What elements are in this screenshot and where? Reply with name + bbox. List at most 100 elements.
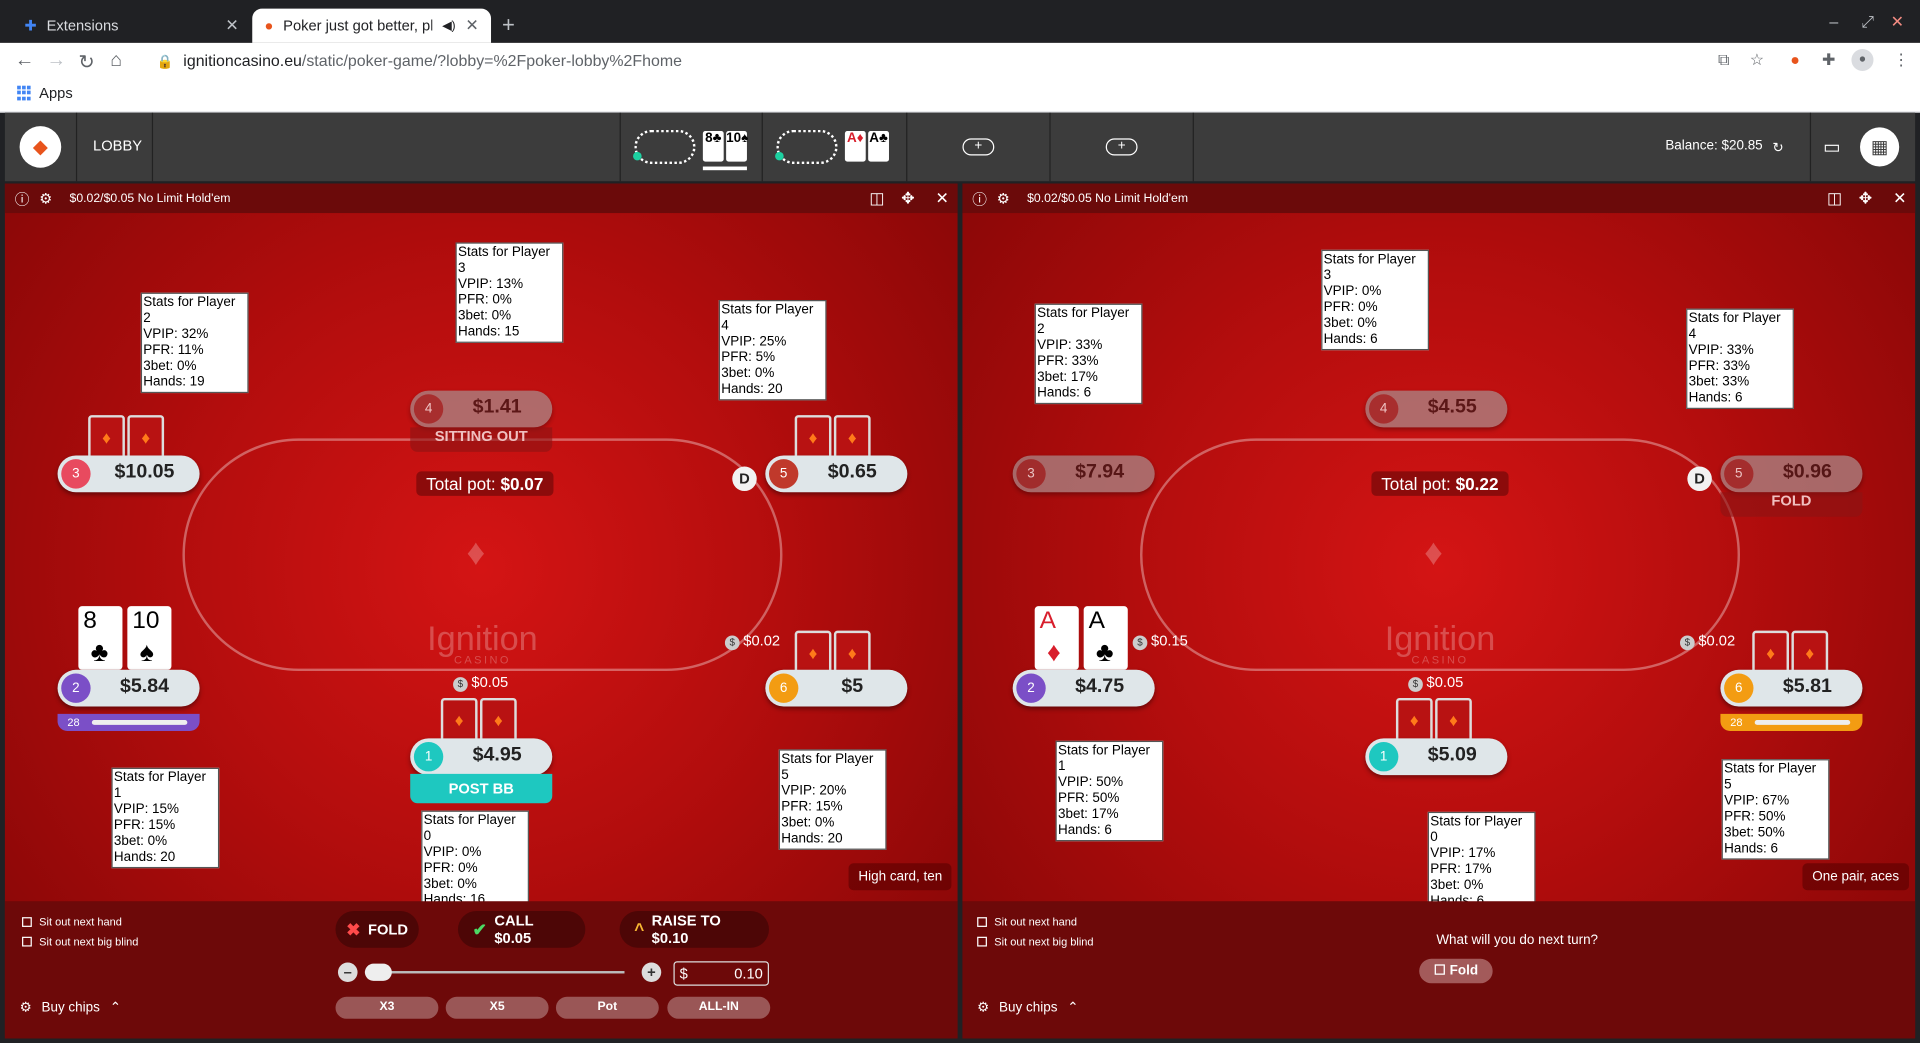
bet-chip: $ $0.02 [724, 632, 780, 651]
seat-3[interactable]: 3 $10.05 [57, 455, 200, 493]
minimize-icon[interactable]: – [1829, 12, 1838, 30]
sit-out-next-hand-checkbox[interactable]: Sit out next hand [977, 916, 1077, 928]
speaker-icon[interactable]: ◀) [442, 19, 456, 32]
extensions-icon[interactable]: ✚ [1822, 50, 1835, 70]
preset-x5-button[interactable]: X5 [445, 996, 549, 1019]
bookmark-apps[interactable]: Apps [17, 84, 73, 102]
stats-vpip: VPIP: 13% [457, 276, 524, 292]
seat-1[interactable]: 1 $4.95 [410, 738, 553, 776]
bet-slider-track[interactable] [364, 971, 625, 974]
layout-icon[interactable]: ◫ [1827, 189, 1842, 209]
seat-1[interactable]: 1 $5.09 [1365, 738, 1508, 776]
ignition-watermark: Ignition CASINO [1384, 619, 1496, 667]
increase-bet-button[interactable]: + [641, 962, 662, 983]
stats-hands: Hands: 6 [1724, 841, 1779, 856]
seat-stack: $0.65 [827, 461, 877, 483]
checkbox-box[interactable] [977, 936, 987, 947]
seat-6[interactable]: 6 $5.81 [1720, 669, 1863, 707]
mini-table-1-cards[interactable]: 8♣ 10♠ [702, 131, 748, 162]
ignition-extension-icon[interactable]: ● [1790, 50, 1800, 68]
pre-fold-button[interactable]: ☐ Fold [1419, 958, 1493, 984]
add-table-button[interactable]: + [1105, 138, 1138, 156]
fold-button[interactable]: ✖ FOLD [335, 911, 419, 948]
bet-amount: $0.15 [1151, 631, 1188, 649]
preset-pot-button[interactable]: Pot [555, 996, 659, 1019]
close-icon[interactable]: ✕ [225, 16, 238, 36]
profile-avatar[interactable]: ● [1851, 48, 1874, 72]
stats-title: Stats for Player 5 [1724, 761, 1817, 793]
reload-icon[interactable]: ↻ [78, 50, 94, 74]
checkbox-box[interactable] [22, 936, 32, 947]
move-icon[interactable]: ✥ [901, 189, 914, 209]
settings-icon[interactable]: ⚙ [997, 190, 1010, 207]
back-icon[interactable]: ← [15, 50, 35, 72]
raise-button[interactable]: ^ RAISE TO $0.10 [619, 911, 769, 948]
bet-slider-handle[interactable] [364, 963, 392, 981]
forward-icon[interactable]: → [47, 50, 67, 72]
mini-table-2-cards[interactable]: A♦ A♣ [844, 131, 889, 162]
seat-4[interactable]: 4 $4.55 [1365, 390, 1508, 428]
refresh-balance-icon[interactable]: ↻ [1758, 127, 1797, 166]
star-icon[interactable]: ☆ [1750, 50, 1764, 70]
seat-4[interactable]: 4 $1.41 [410, 390, 553, 428]
pot-label: Total pot: [426, 473, 496, 494]
close-icon[interactable]: ✕ [1893, 189, 1906, 209]
move-icon[interactable]: ✥ [1859, 189, 1872, 209]
decrease-bet-button[interactable]: – [337, 962, 358, 983]
info-icon[interactable]: ⓘ [15, 188, 30, 209]
ignition-logo[interactable]: ◆ [19, 126, 62, 168]
stats-box: Stats for Player 4 VPIP: 25% PFR: 5% 3bet: … [718, 300, 827, 401]
seat-5[interactable]: 5 $0.65 [765, 455, 908, 493]
mini-table-1-icon[interactable] [633, 129, 696, 165]
buy-chips-button[interactable]: ⚙ Buy chips ⌃ [20, 999, 121, 1015]
card-back: ♦ [1752, 630, 1789, 675]
dealer-button: D [732, 466, 757, 492]
grid-view-icon[interactable]: ▦ [1860, 127, 1900, 167]
sit-out-next-hand-checkbox[interactable]: Sit out next hand [22, 916, 122, 928]
mini-table-2-icon[interactable] [775, 129, 838, 165]
call-button[interactable]: ✔ CALL $0.05 [457, 911, 586, 948]
menu-icon[interactable]: ⋮ [1893, 50, 1909, 70]
card-rank: A [1088, 607, 1105, 635]
info-icon[interactable]: ⓘ [972, 188, 987, 209]
buy-chips-button[interactable]: ⚙ Buy chips ⌃ [977, 999, 1078, 1015]
close-icon[interactable]: ✕ [936, 189, 949, 209]
lobby-button[interactable]: LOBBY [93, 137, 142, 154]
seat-2[interactable]: 2 $4.75 [1012, 669, 1155, 707]
new-tab-button[interactable]: + [502, 12, 515, 38]
stats-pfr: PFR: 5% [721, 350, 776, 365]
mini-card: 10♠ [726, 131, 748, 162]
layout-icon[interactable]: ◫ [869, 189, 884, 209]
seat-5[interactable]: 5 $0.96 [1720, 455, 1863, 493]
single-view-icon[interactable]: ▭ [1812, 127, 1851, 166]
seat-6[interactable]: 6 $5 [765, 669, 908, 707]
address-bar[interactable]: 🔒 ignitioncasino.eu/static/poker-game/?lo… [157, 51, 682, 69]
sit-out-next-bb-checkbox[interactable]: Sit out next big blind [977, 936, 1094, 948]
seat-number: 3 [61, 459, 91, 489]
seat-stack: $5.09 [1427, 744, 1477, 766]
checkbox-box[interactable] [22, 917, 32, 927]
seat-2[interactable]: 2 $5.84 [57, 669, 200, 707]
stats-pfr: PFR: 15% [113, 817, 176, 833]
add-table-button[interactable]: + [962, 138, 995, 156]
open-external-icon[interactable]: ⧉ [1718, 50, 1729, 70]
tab-extensions[interactable]: ✚ Extensions ✕ [12, 9, 251, 43]
settings-icon[interactable]: ⚙ [39, 190, 52, 207]
close-icon[interactable]: ✕ [465, 16, 478, 36]
sit-out-next-bb-checkbox[interactable]: Sit out next big blind [22, 936, 138, 948]
seat-3[interactable]: 3 $7.94 [1012, 455, 1155, 493]
stats-title: Stats for Player 1 [113, 770, 206, 801]
card-back: ♦ [480, 697, 517, 743]
checkbox-box[interactable] [977, 917, 987, 927]
bet-amount-input[interactable]: $0.10 [673, 961, 769, 986]
window-close-icon[interactable]: ✕ [1891, 12, 1904, 32]
stats-box: Stats for Player 3 VPIP: 13% PFR: 0% 3bet: … [455, 242, 564, 343]
seat-stack: $4.95 [472, 744, 522, 766]
stats-title: Stats for Player 3 [1323, 252, 1416, 283]
preset-x3-button[interactable]: X3 [335, 996, 439, 1019]
preset-allin-button[interactable]: ALL-IN [667, 996, 771, 1019]
maximize-icon[interactable]: ⤢ [1861, 12, 1874, 32]
stats-pfr: PFR: 33% [1688, 358, 1750, 374]
tab-poker[interactable]: ● Poker just got better, pla ◀) ✕ [252, 8, 492, 43]
home-icon[interactable]: ⌂ [110, 50, 122, 72]
